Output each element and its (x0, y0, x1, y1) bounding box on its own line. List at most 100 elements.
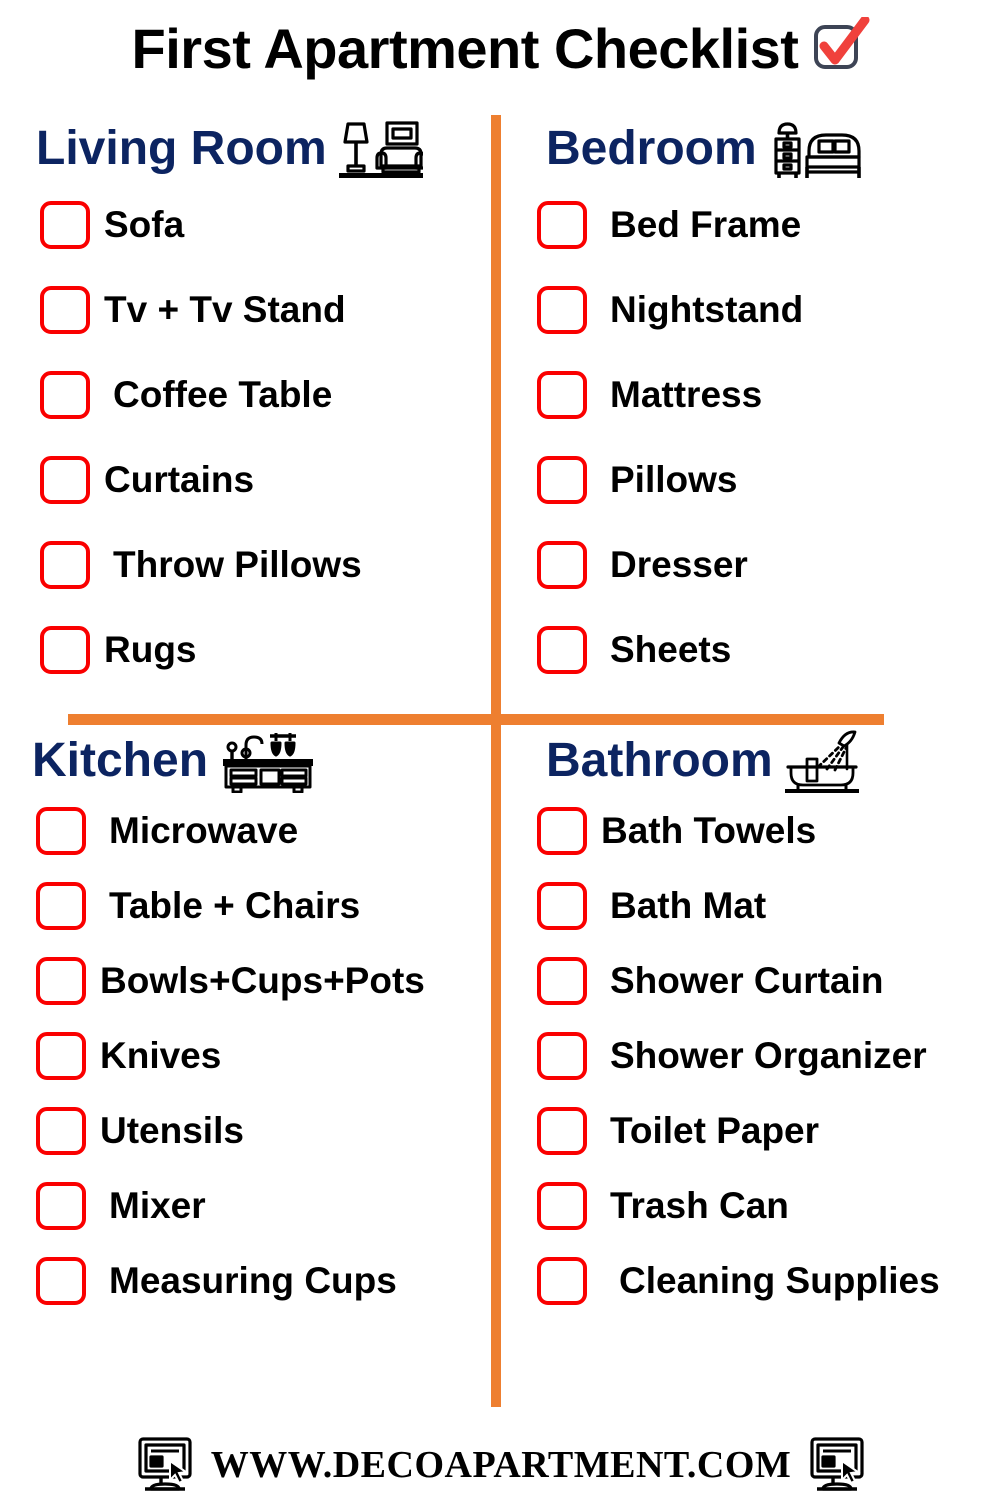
checkbox-bath-mat[interactable] (537, 881, 587, 930)
vertical-divider (491, 115, 501, 1407)
item-label: Coffee Table (113, 374, 333, 415)
page-header: First Apartment Checklist (0, 8, 1002, 90)
page-footer: WWW.DECOAPARTMENT.COM (0, 1432, 1002, 1498)
item-label: Bowls+Cups+Pots (100, 960, 425, 1001)
checklist-bedroom: Bed Frame Nightstand Mattress Pillows Dr… (501, 200, 1002, 674)
checkbox-measuring-cups[interactable] (36, 1256, 86, 1305)
bathtub-shower-icon (784, 730, 859, 793)
list-item[interactable]: Tv + Tv Stand (40, 285, 491, 334)
checklist-kitchen: Microwave Table + Chairs Bowls+Cups+Pots… (0, 806, 491, 1305)
checkbox-pillows[interactable] (537, 455, 587, 504)
item-label: Mattress (610, 374, 763, 415)
item-label: Bath Towels (601, 810, 817, 851)
item-label: Trash Can (610, 1185, 789, 1226)
item-label: Cleaning Supplies (619, 1260, 940, 1301)
section-header-bathroom: Bathroom (501, 730, 1002, 793)
item-label: Sheets (610, 629, 732, 670)
checkbox-knives[interactable] (36, 1031, 86, 1080)
section-header-kitchen: Kitchen (0, 730, 491, 793)
section-header-living-room: Living Room (0, 118, 491, 180)
checked-checkbox-icon (814, 17, 870, 69)
item-label: Throw Pillows (113, 544, 362, 585)
checkbox-mixer[interactable] (36, 1181, 86, 1230)
checkbox-nightstand[interactable] (537, 285, 587, 334)
checkbox-coffee-table[interactable] (40, 370, 90, 419)
item-label: Dresser (610, 544, 748, 585)
list-item[interactable]: Utensils (36, 1106, 491, 1155)
checkbox-dresser[interactable] (537, 540, 587, 589)
item-label: Microwave (109, 810, 299, 851)
checkbox-sofa[interactable] (40, 200, 90, 249)
checkbox-rugs[interactable] (40, 625, 90, 674)
checklist-bathroom: Bath Towels Bath Mat Shower Curtain Show… (501, 806, 1002, 1305)
list-item[interactable]: Trash Can (537, 1181, 1002, 1230)
list-item[interactable]: Nightstand (537, 285, 1002, 334)
list-item[interactable]: Microwave (36, 806, 491, 855)
item-label: Bath Mat (610, 885, 767, 926)
list-item[interactable]: Toilet Paper (537, 1106, 1002, 1155)
item-label: Nightstand (610, 289, 804, 330)
monitor-icon (138, 1437, 192, 1491)
checkbox-bowls-cups-pots[interactable] (36, 956, 86, 1005)
checkbox-mattress[interactable] (537, 370, 587, 419)
item-label: Knives (100, 1035, 222, 1076)
checkbox-shower-curtain[interactable] (537, 956, 587, 1005)
item-label: Shower Curtain (610, 960, 884, 1001)
checkbox-shower-organizer[interactable] (537, 1031, 587, 1080)
list-item[interactable]: Pillows (537, 455, 1002, 504)
list-item[interactable]: Mattress (537, 370, 1002, 419)
checkbox-bed-frame[interactable] (537, 200, 587, 249)
footer-website-url[interactable]: WWW.DECOAPARTMENT.COM (211, 1446, 792, 1484)
section-title-kitchen: Kitchen (32, 734, 209, 787)
list-item[interactable]: Bowls+Cups+Pots (36, 956, 491, 1005)
section-bathroom: Bathroom Bath Towels Bath Mat Shower Cur… (501, 730, 1002, 1402)
item-label: Table + Chairs (109, 885, 361, 926)
checklist-living-room: Sofa Tv + Tv Stand Coffee Table Curtains… (0, 200, 491, 674)
checkbox-utensils[interactable] (36, 1106, 86, 1155)
list-item[interactable]: Knives (36, 1031, 491, 1080)
checkbox-sheets[interactable] (537, 625, 587, 674)
list-item[interactable]: Cleaning Supplies (537, 1256, 1002, 1305)
section-bedroom: Bedroom Bed Frame Nightstand Mattress Pi… (501, 118, 1002, 714)
item-label: Shower Organizer (610, 1035, 927, 1076)
list-item[interactable]: Sofa (40, 200, 491, 249)
checkbox-throw-pillows[interactable] (40, 540, 90, 589)
item-label: Utensils (100, 1110, 244, 1151)
list-item[interactable]: Curtains (40, 455, 491, 504)
list-item[interactable]: Bath Mat (537, 881, 1002, 930)
checkbox-cleaning-supplies[interactable] (537, 1256, 587, 1305)
list-item[interactable]: Table + Chairs (36, 881, 491, 930)
section-title-living-room: Living Room (36, 122, 327, 175)
list-item[interactable]: Measuring Cups (36, 1256, 491, 1305)
list-item[interactable]: Mixer (36, 1181, 491, 1230)
item-label: Toilet Paper (610, 1110, 820, 1151)
checkbox-toilet-paper[interactable] (537, 1106, 587, 1155)
kitchen-counter-icon (223, 733, 314, 793)
list-item[interactable]: Shower Organizer (537, 1031, 1002, 1080)
checkbox-trash-can[interactable] (537, 1181, 587, 1230)
item-label: Sofa (104, 204, 185, 245)
checkbox-microwave[interactable] (36, 806, 86, 855)
horizontal-divider (68, 714, 884, 725)
bedroom-icon (774, 122, 861, 178)
list-item[interactable]: Bath Towels (537, 806, 1002, 855)
list-item[interactable]: Shower Curtain (537, 956, 1002, 1005)
checkbox-table-chairs[interactable] (36, 881, 86, 930)
page-title: First Apartment Checklist (131, 17, 799, 80)
item-label: Rugs (104, 629, 197, 670)
monitor-icon (810, 1437, 864, 1491)
living-room-icon (338, 121, 423, 178)
item-label: Bed Frame (610, 204, 802, 245)
checkbox-tv-tv-stand[interactable] (40, 285, 90, 334)
list-item[interactable]: Throw Pillows (40, 540, 491, 589)
list-item[interactable]: Bed Frame (537, 200, 1002, 249)
list-item[interactable]: Rugs (40, 625, 491, 674)
list-item[interactable]: Dresser (537, 540, 1002, 589)
checkbox-bath-towels[interactable] (537, 806, 587, 855)
list-item[interactable]: Coffee Table (40, 370, 491, 419)
list-item[interactable]: Sheets (537, 625, 1002, 674)
section-header-bedroom: Bedroom (501, 118, 1002, 180)
section-living-room: Living Room Sofa Tv + Tv Stand Coffee Ta… (0, 118, 491, 714)
checkbox-curtains[interactable] (40, 455, 90, 504)
item-label: Mixer (109, 1185, 206, 1226)
